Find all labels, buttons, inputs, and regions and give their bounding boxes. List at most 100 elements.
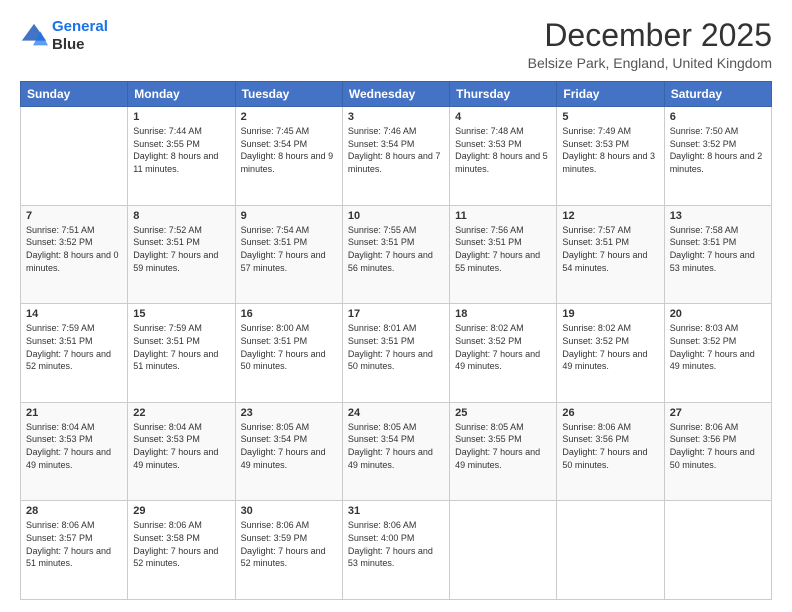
calendar-cell: 30 Sunrise: 8:06 AMSunset: 3:59 PMDayligh…: [235, 501, 342, 600]
calendar-cell: 27Sunrise: 8:06 AMSunset: 3:56 PMDayligh…: [664, 402, 771, 501]
cell-info: Sunrise: 7:58 AMSunset: 3:51 PMDaylight:…: [670, 224, 766, 274]
calendar-cell: 20 Sunrise: 8:03 AMSunset: 3:52 PMDayligh…: [664, 304, 771, 403]
calendar-week-4: 21 Sunrise: 8:04 AMSunset: 3:53 PMDayligh…: [21, 402, 772, 501]
day-number: 1: [133, 111, 229, 123]
calendar-cell: 3Sunrise: 7:46 AMSunset: 3:54 PMDaylight…: [342, 107, 449, 206]
calendar-cell: 1 Sunrise: 7:44 AMSunset: 3:55 PMDaylight…: [128, 107, 235, 206]
cell-info: Sunrise: 8:05 AMSunset: 3:54 PMDaylight:…: [348, 421, 444, 471]
day-number: 21: [26, 407, 122, 419]
calendar-cell: 11Sunrise: 7:56 AMSunset: 3:51 PMDayligh…: [450, 205, 557, 304]
cell-info: Sunrise: 7:46 AMSunset: 3:54 PMDaylight:…: [348, 125, 444, 175]
calendar-cell: 4 Sunrise: 7:48 AMSunset: 3:53 PMDaylight…: [450, 107, 557, 206]
page: General Blue December 2025 Belsize Park,…: [0, 0, 792, 612]
day-number: 13: [670, 210, 766, 222]
calendar-cell: 2 Sunrise: 7:45 AMSunset: 3:54 PMDaylight…: [235, 107, 342, 206]
day-number: 27: [670, 407, 766, 419]
calendar-header-monday: Monday: [128, 82, 235, 107]
calendar-header-thursday: Thursday: [450, 82, 557, 107]
calendar-cell: 5 Sunrise: 7:49 AMSunset: 3:53 PMDaylight…: [557, 107, 664, 206]
day-number: 23: [241, 407, 337, 419]
calendar-cell: 10 Sunrise: 7:55 AMSunset: 3:51 PMDayligh…: [342, 205, 449, 304]
day-number: 11: [455, 210, 551, 222]
cell-info: Sunrise: 7:49 AMSunset: 3:53 PMDaylight:…: [562, 125, 658, 175]
month-title: December 2025: [528, 18, 772, 53]
day-number: 7: [26, 210, 122, 222]
cell-info: Sunrise: 7:59 AMSunset: 3:51 PMDaylight:…: [26, 322, 122, 372]
calendar-cell: 6Sunrise: 7:50 AMSunset: 3:52 PMDaylight…: [664, 107, 771, 206]
header: General Blue December 2025 Belsize Park,…: [20, 18, 772, 71]
calendar-cell: 26 Sunrise: 8:06 AMSunset: 3:56 PMDayligh…: [557, 402, 664, 501]
cell-info: Sunrise: 8:02 AMSunset: 3:52 PMDaylight:…: [562, 322, 658, 372]
calendar-header-sunday: Sunday: [21, 82, 128, 107]
day-number: 25: [455, 407, 551, 419]
day-number: 22: [133, 407, 229, 419]
calendar-header-row: SundayMondayTuesdayWednesdayThursdayFrid…: [21, 82, 772, 107]
calendar-cell: [557, 501, 664, 600]
cell-info: Sunrise: 7:45 AMSunset: 3:54 PMDaylight:…: [241, 125, 337, 175]
calendar-cell: 17Sunrise: 8:01 AMSunset: 3:51 PMDayligh…: [342, 304, 449, 403]
calendar-cell: [450, 501, 557, 600]
day-number: 10: [348, 210, 444, 222]
cell-info: Sunrise: 7:51 AMSunset: 3:52 PMDaylight:…: [26, 224, 122, 274]
day-number: 31: [348, 505, 444, 517]
day-number: 24: [348, 407, 444, 419]
calendar-cell: 12 Sunrise: 7:57 AMSunset: 3:51 PMDayligh…: [557, 205, 664, 304]
calendar-cell: 21 Sunrise: 8:04 AMSunset: 3:53 PMDayligh…: [21, 402, 128, 501]
cell-info: Sunrise: 7:44 AMSunset: 3:55 PMDaylight:…: [133, 125, 229, 175]
calendar-cell: 9 Sunrise: 7:54 AMSunset: 3:51 PMDaylight…: [235, 205, 342, 304]
cell-info: Sunrise: 8:06 AMSunset: 3:57 PMDaylight:…: [26, 519, 122, 569]
calendar-cell: 23 Sunrise: 8:05 AMSunset: 3:54 PMDayligh…: [235, 402, 342, 501]
cell-info: Sunrise: 8:05 AMSunset: 3:55 PMDaylight:…: [455, 421, 551, 471]
calendar-cell: [664, 501, 771, 600]
cell-info: Sunrise: 8:01 AMSunset: 3:51 PMDaylight:…: [348, 322, 444, 372]
day-number: 4: [455, 111, 551, 123]
logo: General Blue: [20, 18, 108, 54]
calendar-cell: 15Sunrise: 7:59 AMSunset: 3:51 PMDayligh…: [128, 304, 235, 403]
cell-info: Sunrise: 8:00 AMSunset: 3:51 PMDaylight:…: [241, 322, 337, 372]
logo-text: General Blue: [52, 18, 108, 54]
cell-info: Sunrise: 8:06 AMSunset: 3:59 PMDaylight:…: [241, 519, 337, 569]
cell-info: Sunrise: 7:57 AMSunset: 3:51 PMDaylight:…: [562, 224, 658, 274]
cell-info: Sunrise: 8:04 AMSunset: 3:53 PMDaylight:…: [26, 421, 122, 471]
cell-info: Sunrise: 8:06 AMSunset: 3:58 PMDaylight:…: [133, 519, 229, 569]
day-number: 2: [241, 111, 337, 123]
calendar-header-friday: Friday: [557, 82, 664, 107]
calendar-cell: 7 Sunrise: 7:51 AMSunset: 3:52 PMDaylight…: [21, 205, 128, 304]
day-number: 26: [562, 407, 658, 419]
day-number: 14: [26, 308, 122, 320]
cell-info: Sunrise: 8:04 AMSunset: 3:53 PMDaylight:…: [133, 421, 229, 471]
calendar-cell: 14 Sunrise: 7:59 AMSunset: 3:51 PMDayligh…: [21, 304, 128, 403]
cell-info: Sunrise: 8:06 AMSunset: 3:56 PMDaylight:…: [562, 421, 658, 471]
day-number: 8: [133, 210, 229, 222]
cell-info: Sunrise: 8:05 AMSunset: 3:54 PMDaylight:…: [241, 421, 337, 471]
location: Belsize Park, England, United Kingdom: [528, 55, 772, 71]
cell-info: Sunrise: 8:03 AMSunset: 3:52 PMDaylight:…: [670, 322, 766, 372]
day-number: 28: [26, 505, 122, 517]
cell-info: Sunrise: 7:59 AMSunset: 3:51 PMDaylight:…: [133, 322, 229, 372]
day-number: 6: [670, 111, 766, 123]
cell-info: Sunrise: 7:55 AMSunset: 3:51 PMDaylight:…: [348, 224, 444, 274]
calendar-cell: 18 Sunrise: 8:02 AMSunset: 3:52 PMDayligh…: [450, 304, 557, 403]
day-number: 9: [241, 210, 337, 222]
cell-info: Sunrise: 7:52 AMSunset: 3:51 PMDaylight:…: [133, 224, 229, 274]
calendar-cell: 19Sunrise: 8:02 AMSunset: 3:52 PMDayligh…: [557, 304, 664, 403]
calendar-header-wednesday: Wednesday: [342, 82, 449, 107]
day-number: 12: [562, 210, 658, 222]
cell-info: Sunrise: 8:02 AMSunset: 3:52 PMDaylight:…: [455, 322, 551, 372]
day-number: 18: [455, 308, 551, 320]
calendar-table: SundayMondayTuesdayWednesdayThursdayFrid…: [20, 81, 772, 600]
day-number: 30: [241, 505, 337, 517]
calendar-cell: 16 Sunrise: 8:00 AMSunset: 3:51 PMDayligh…: [235, 304, 342, 403]
day-number: 5: [562, 111, 658, 123]
day-number: 20: [670, 308, 766, 320]
calendar-week-3: 14 Sunrise: 7:59 AMSunset: 3:51 PMDayligh…: [21, 304, 772, 403]
calendar-cell: 28 Sunrise: 8:06 AMSunset: 3:57 PMDayligh…: [21, 501, 128, 600]
calendar-cell: 24 Sunrise: 8:05 AMSunset: 3:54 PMDayligh…: [342, 402, 449, 501]
day-number: 16: [241, 308, 337, 320]
calendar-cell: [21, 107, 128, 206]
calendar-cell: 25 Sunrise: 8:05 AMSunset: 3:55 PMDayligh…: [450, 402, 557, 501]
calendar-week-1: 1 Sunrise: 7:44 AMSunset: 3:55 PMDaylight…: [21, 107, 772, 206]
cell-info: Sunrise: 7:48 AMSunset: 3:53 PMDaylight:…: [455, 125, 551, 175]
calendar-cell: 31Sunrise: 8:06 AMSunset: 4:00 PMDayligh…: [342, 501, 449, 600]
cell-info: Sunrise: 7:54 AMSunset: 3:51 PMDaylight:…: [241, 224, 337, 274]
